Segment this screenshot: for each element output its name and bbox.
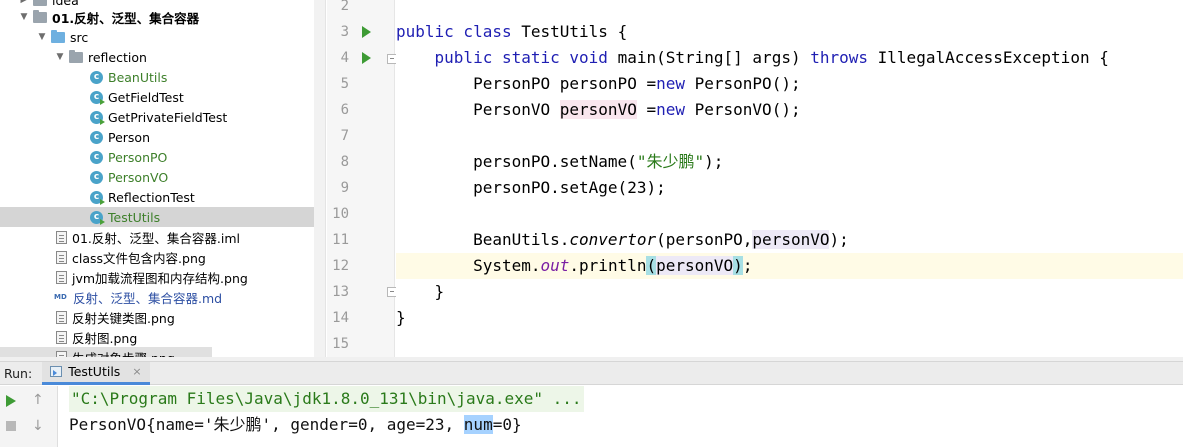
- line-number: 4: [340, 50, 349, 66]
- line-number: 8: [340, 154, 349, 170]
- selected-text: num: [463, 415, 493, 434]
- chevron-right-icon[interactable]: ▶: [18, 0, 30, 5]
- tree-item-jvm-png[interactable]: jvm加载流程图和内存结构.png: [0, 267, 325, 287]
- line-number: 2: [340, 0, 349, 14]
- run-class-icon[interactable]: [362, 26, 371, 38]
- rerun-icon[interactable]: [6, 395, 16, 407]
- tree-item-testutils[interactable]: c TestUtils: [0, 207, 325, 227]
- arrow-up-icon[interactable]: ↑: [32, 392, 44, 408]
- run-panel-header: Run: TestUtils ×: [0, 361, 1183, 385]
- line-number: 6: [340, 102, 349, 118]
- source-folder-icon: [51, 29, 65, 43]
- tree-item-person[interactable]: c Person: [0, 127, 325, 147]
- line-number: 3: [340, 24, 349, 40]
- class-icon: c: [90, 150, 103, 164]
- code-line-5: PersonPO personPO =new PersonPO();: [473, 74, 801, 93]
- tree-item-steps-png[interactable]: 生成对象步骤.png: [0, 347, 212, 357]
- run-main-icon[interactable]: [362, 52, 371, 64]
- tree-item-md[interactable]: MD 反射、泛型、集合容器.md: [0, 287, 325, 307]
- code-line-14: }: [396, 308, 406, 327]
- project-tree: ▶ idea ▼ 01.反射、泛型、集合容器 ▼ src ▼ reflectio…: [0, 0, 326, 357]
- tree-item-reflection-png[interactable]: 反射图.png: [0, 327, 325, 347]
- tree-item-reflection[interactable]: ▼ reflection: [0, 47, 325, 67]
- arrow-down-icon[interactable]: ↓: [32, 418, 44, 434]
- folder-icon: [33, 0, 47, 6]
- runnable-class-icon: c: [90, 210, 105, 225]
- class-icon: c: [90, 170, 103, 184]
- tree-item-module[interactable]: ▼ 01.反射、泛型、集合容器: [0, 7, 325, 27]
- package-icon: [69, 49, 83, 63]
- markdown-file-icon: MD: [54, 293, 67, 301]
- class-icon: c: [90, 70, 103, 84]
- code-line-11: BeanUtils.convertor(personPO,personVO);: [473, 230, 849, 249]
- code-line-8: personPO.setName("朱少鹏");: [473, 152, 724, 171]
- line-number: 9: [340, 180, 349, 196]
- runnable-class-icon: c: [90, 190, 105, 205]
- image-file-icon: [56, 330, 67, 344]
- tree-item-classdiagram-png[interactable]: 反射关键类图.png: [0, 307, 325, 327]
- module-file-icon: [56, 230, 67, 244]
- code-line-6: PersonVO personVO =new PersonVO();: [473, 100, 801, 119]
- console-output[interactable]: "C:\Program Files\Java\jdk1.8.0_131\bin\…: [59, 386, 1183, 447]
- line-number: 7: [340, 128, 349, 144]
- chevron-down-icon[interactable]: ▼: [18, 12, 30, 22]
- image-file-icon: [56, 250, 67, 264]
- run-toolbar: ↑ ↓: [0, 386, 58, 447]
- chevron-down-icon[interactable]: ▼: [54, 52, 66, 62]
- code-editor[interactable]: public class TestUtils { public static v…: [396, 0, 1183, 357]
- close-icon[interactable]: ×: [132, 365, 141, 378]
- editor-gutter: 2 3 4 5 6 7 8 9 10 11 12 13 14 15: [327, 0, 397, 357]
- run-config-icon: [50, 366, 63, 377]
- line-number: 14: [332, 310, 349, 326]
- code-line-3: public class TestUtils {: [396, 22, 628, 41]
- console-command-line[interactable]: "C:\Program Files\Java\jdk1.8.0_131\bin\…: [69, 386, 584, 412]
- tree-item-getprivatefieldtest[interactable]: c GetPrivateFieldTest: [0, 107, 325, 127]
- console-output-line: PersonVO{name='朱少鹏', gender=0, age=23, n…: [69, 415, 522, 434]
- tree-item-reflectiontest[interactable]: c ReflectionTest: [0, 187, 325, 207]
- runnable-class-icon: c: [90, 90, 105, 105]
- code-line-12-current: System.out.println(personVO);: [396, 253, 1183, 279]
- stop-icon[interactable]: [6, 421, 16, 431]
- line-number: 11: [332, 232, 349, 248]
- code-line-4: public static void main(String[] args) t…: [434, 48, 1109, 67]
- module-folder-icon: [33, 9, 47, 23]
- tree-item-src[interactable]: ▼ src: [0, 27, 325, 47]
- code-line-13: }: [434, 282, 445, 301]
- line-number: 15: [332, 336, 349, 352]
- tree-item-class-png[interactable]: class文件包含内容.png: [0, 247, 325, 267]
- tree-scrollbar[interactable]: [314, 0, 325, 357]
- line-number: 13: [332, 284, 349, 300]
- chevron-down-icon[interactable]: ▼: [36, 32, 48, 42]
- line-number: 5: [340, 76, 349, 92]
- tree-item-getfieldtest[interactable]: c GetFieldTest: [0, 87, 325, 107]
- run-label: Run:: [4, 365, 33, 381]
- tab-testutils[interactable]: TestUtils ×: [42, 361, 150, 385]
- tree-item-personvo[interactable]: c PersonVO: [0, 167, 325, 187]
- line-number: 12: [332, 258, 349, 274]
- tree-item-iml[interactable]: 01.反射、泛型、集合容器.iml: [0, 227, 325, 247]
- tree-item-beanutils[interactable]: c BeanUtils: [0, 67, 325, 87]
- tab-label: TestUtils: [68, 364, 121, 379]
- image-file-icon: [56, 270, 67, 284]
- class-icon: c: [90, 130, 103, 144]
- code-line-9: personPO.setAge(23);: [473, 178, 666, 197]
- image-file-icon: [56, 310, 67, 324]
- runnable-class-icon: c: [90, 110, 105, 125]
- tree-item-personpo[interactable]: c PersonPO: [0, 147, 325, 167]
- line-number: 10: [332, 206, 349, 222]
